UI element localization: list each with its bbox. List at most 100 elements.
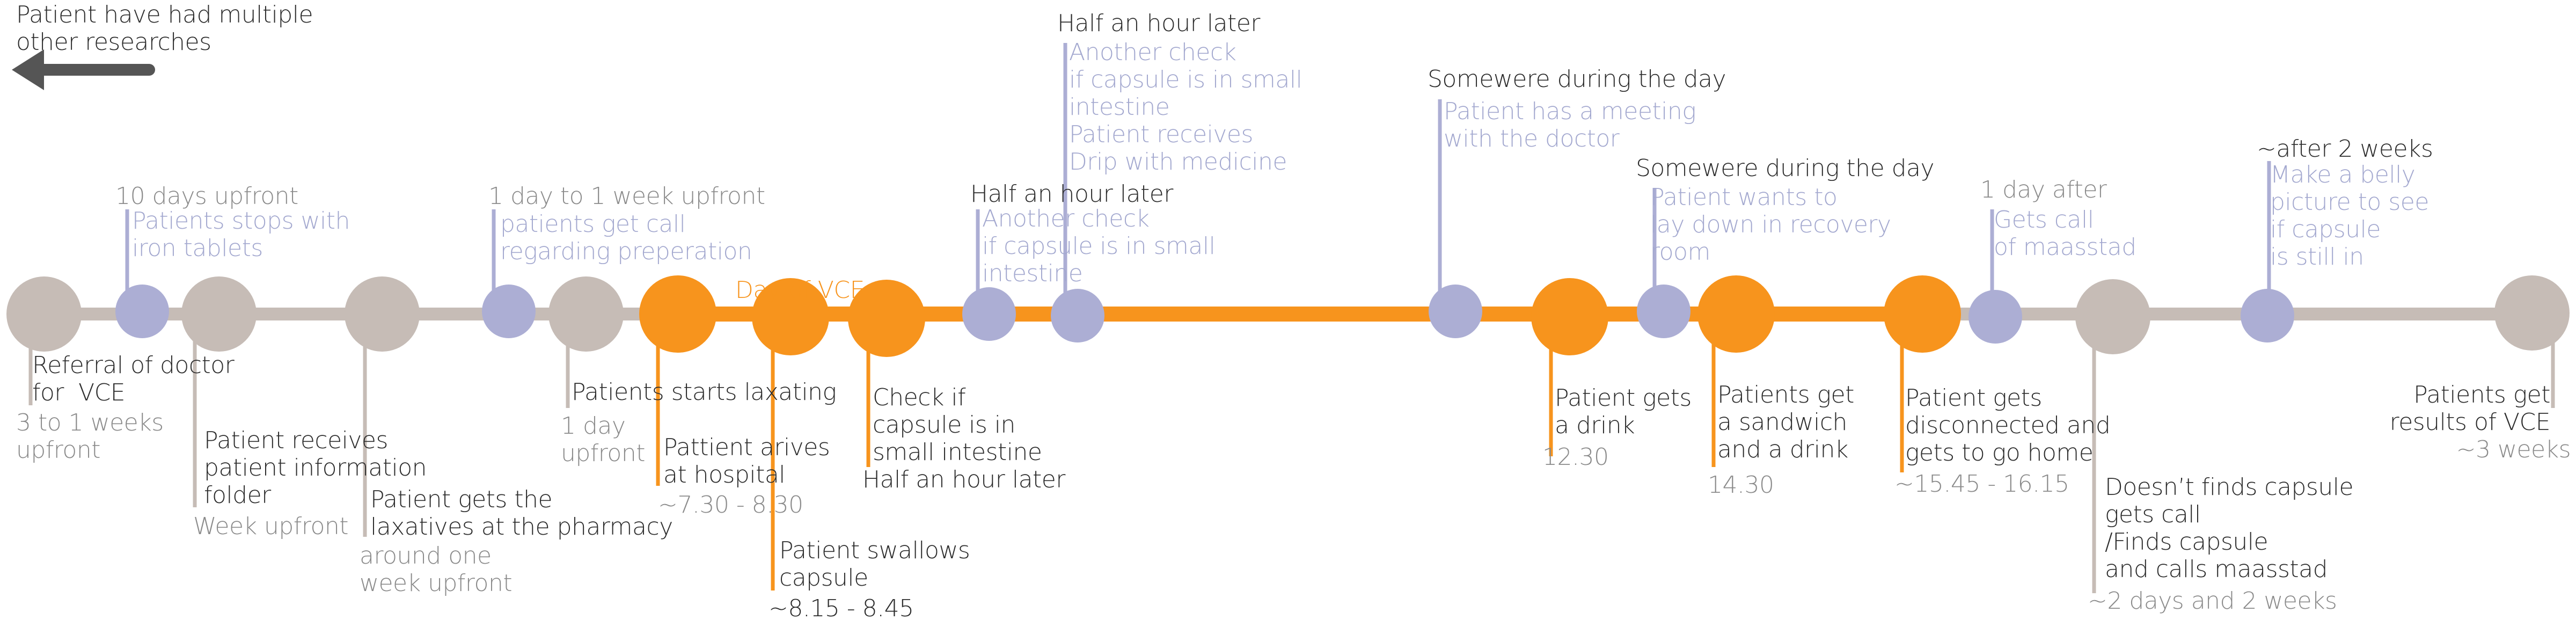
event-text: room <box>1650 238 1710 266</box>
when-recovery-room: Somewere during the day <box>1636 155 1935 182</box>
event-text: and a drink <box>1717 436 1848 463</box>
when-drip: Half an hour later <box>1057 10 1260 37</box>
event-text: Patients get <box>2413 381 2550 409</box>
event-text: gets to go home <box>1905 439 2094 466</box>
node-call-maasstad <box>1968 290 2022 344</box>
event-text: small intestine <box>873 439 1042 466</box>
event-text: Check if <box>873 384 966 411</box>
event-text: Patient wants to <box>1650 184 1838 211</box>
time-starts-laxating: 1 day upfront <box>561 412 646 467</box>
event-text: and calls maasstad <box>2105 556 2328 583</box>
node-disconnected <box>1884 275 1961 353</box>
event-text: Patient receives <box>204 427 388 454</box>
event-arrives: Pattient arives at hospital <box>663 434 830 489</box>
event-text: Patients stops with <box>132 207 350 235</box>
node-belly-picture <box>2241 289 2294 342</box>
node-starts-laxating <box>548 276 624 352</box>
node-laxatives-pharmacy <box>345 276 420 352</box>
time-laxatives-pharmacy: around one week upfront <box>360 542 513 597</box>
event-text: Patient swallows <box>779 537 970 564</box>
event-disconnected: Patient gets disconnected and gets to go… <box>1905 384 2111 466</box>
event-time: 1 day <box>561 412 626 440</box>
time-arrives: ~7.30 - 8.30 <box>658 491 803 519</box>
event-check-1: Check if capsule is in small intestine <box>873 384 1042 466</box>
event-text: Patient receives <box>1069 121 1253 148</box>
event-text: intestine <box>1069 93 1170 121</box>
node-results <box>2494 275 2570 351</box>
event-text: a drink <box>1555 412 1635 439</box>
when-prep-call: 1 day to 1 week upfront <box>488 183 765 210</box>
time-capsule-found: ~2 days and 2 weeks <box>2088 587 2337 615</box>
event-stop-iron: Patients stops with iron tablets <box>132 207 350 262</box>
event-text: results of VCE <box>2389 409 2551 436</box>
when-doctor-meeting: Somewere during the day <box>1428 65 1726 93</box>
event-text: Patient gets <box>1555 384 1692 412</box>
event-check-2: Another check if capsule is in small int… <box>982 205 1216 287</box>
event-drip: Another check if capsule is in small int… <box>1069 39 1302 176</box>
time-sandwich: 14.30 <box>1708 471 1774 499</box>
event-starts-laxating: Patients starts laxating <box>572 378 837 406</box>
event-recovery-room: Patient wants to lay down in recovery ro… <box>1650 184 1891 266</box>
when-belly-picture: ~after 2 weeks <box>2257 135 2433 163</box>
when-call-maasstad: 1 day after <box>1980 176 2107 203</box>
event-text: Make a belly <box>2270 161 2416 188</box>
event-time: week upfront <box>360 570 513 597</box>
event-text: Patients get <box>1717 381 1854 409</box>
event-text: gets call <box>2105 501 2201 528</box>
event-text: capsule <box>779 564 868 592</box>
when-stop-iron: 10 days upfront <box>115 183 298 210</box>
event-text: Doesn’t finds capsule <box>2105 473 2354 501</box>
event-time: around one <box>360 542 492 570</box>
node-drink <box>1531 278 1608 355</box>
when-check-2: Half an hour later <box>970 180 1173 208</box>
node-doctor-meeting <box>1429 285 1482 338</box>
node-check-2 <box>962 287 1016 341</box>
event-time: upfront <box>16 436 101 464</box>
event-referral: Referral of doctor for VCE <box>32 352 235 406</box>
event-text: Another check <box>982 205 1150 232</box>
event-text: regarding preperation <box>500 238 752 265</box>
header-line: Patient have had multiple <box>16 1 313 28</box>
event-text: /Finds capsule <box>2105 528 2268 556</box>
event-text: Patient gets the <box>370 486 553 513</box>
time-swallows: ~8.15 - 8.45 <box>769 595 914 622</box>
event-text: lay down in recovery <box>1650 211 1891 238</box>
event-laxatives-pharmacy: Patient gets the laxatives at the pharma… <box>370 486 673 541</box>
event-text: Patient gets <box>1905 384 2042 412</box>
event-time: upfront <box>561 440 646 467</box>
event-text: Drip with medicine <box>1069 148 1287 176</box>
node-stop-iron <box>115 285 169 338</box>
event-text: folder <box>204 482 271 509</box>
event-text: Gets call <box>1994 206 2094 234</box>
time-results: ~3 weeks <box>2456 436 2571 463</box>
event-text: disconnected and <box>1905 412 2111 439</box>
node-sandwich <box>1697 275 1775 353</box>
time-referral: 3 to 1 weeks upfront <box>16 409 164 464</box>
node-arrives <box>639 275 716 353</box>
node-drip <box>1051 289 1104 342</box>
event-text: is still in <box>2270 243 2364 271</box>
time-info-folder: Week upfront <box>193 513 349 540</box>
event-time: 3 to 1 weeks <box>16 409 164 436</box>
header-line: other researches <box>16 28 211 56</box>
event-text: for VCE <box>32 379 126 406</box>
event-text: at hospital <box>663 461 786 489</box>
event-belly-picture: Make a belly picture to see if capsule i… <box>2270 161 2429 271</box>
event-capsule-found: Doesn’t finds capsule gets call /Finds c… <box>2105 473 2354 583</box>
event-text: Pattient arives <box>663 434 830 461</box>
event-text: laxatives at the pharmacy <box>370 513 673 541</box>
event-text: patients get call <box>500 210 686 238</box>
event-text: patient information <box>204 454 427 482</box>
event-text: of maasstad <box>1994 234 2136 261</box>
event-text: Referral of doctor <box>32 352 235 379</box>
event-text: if capsule is in small <box>1069 66 1302 93</box>
event-sandwich: Patients get a sandwich and a drink <box>1717 381 1854 463</box>
event-text: with the doctor <box>1444 125 1620 152</box>
node-info-folder <box>181 276 257 352</box>
node-capsule-found <box>2075 279 2150 354</box>
event-text: picture to see <box>2270 188 2429 216</box>
event-results: Patients get results of VCE <box>2361 381 2551 436</box>
event-check-1-later: Half an hour later <box>862 466 1065 493</box>
event-text: iron tablets <box>132 235 263 262</box>
event-text: capsule is in <box>873 411 1015 439</box>
